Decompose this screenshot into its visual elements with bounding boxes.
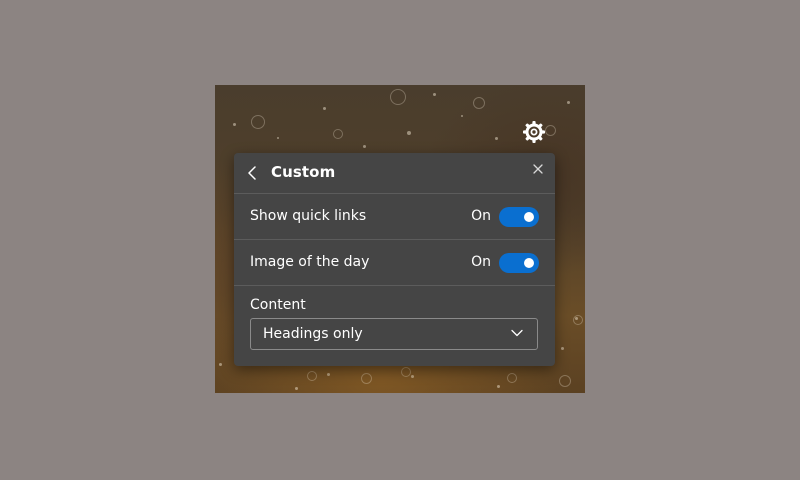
bokeh-dot <box>561 347 564 350</box>
bokeh-dot <box>233 123 236 126</box>
bokeh-ring <box>390 89 406 105</box>
image-of-day-toggle[interactable] <box>499 253 539 273</box>
content-section: Content Headings only <box>234 286 555 366</box>
back-button[interactable] <box>246 165 260 181</box>
close-icon <box>533 164 543 174</box>
bokeh-dot <box>497 385 500 388</box>
bokeh-dot <box>407 131 411 135</box>
bokeh-dot <box>323 107 326 110</box>
gear-icon <box>523 121 545 143</box>
bokeh-ring <box>473 97 485 109</box>
chevron-left-icon <box>248 166 256 180</box>
bokeh-ring <box>573 315 583 325</box>
bokeh-ring <box>251 115 265 129</box>
quick-links-row: Show quick links On <box>234 194 555 240</box>
image-of-day-label: Image of the day <box>250 254 370 270</box>
toggle-knob <box>524 258 534 268</box>
bokeh-ring <box>333 129 343 139</box>
quick-links-state: On <box>471 208 491 224</box>
toggle-knob <box>524 212 534 222</box>
image-of-day-row: Image of the day On <box>234 240 555 286</box>
bokeh-dot <box>327 373 330 376</box>
bokeh-ring <box>307 371 317 381</box>
bokeh-dot <box>363 145 366 148</box>
panel-title: Custom <box>271 163 336 181</box>
bokeh-dot <box>295 387 298 390</box>
bokeh-ring <box>361 373 372 384</box>
bokeh-dot <box>461 115 463 117</box>
settings-gear-button[interactable] <box>522 120 546 144</box>
bokeh-dot <box>567 101 570 104</box>
close-button[interactable] <box>531 161 545 175</box>
bokeh-dot <box>219 363 222 366</box>
bokeh-dot <box>433 93 436 96</box>
bokeh-dot <box>411 375 414 378</box>
new-tab-background: Custom Show quick links On Image of the … <box>215 85 585 393</box>
panel-header: Custom <box>234 153 555 194</box>
customize-panel: Custom Show quick links On Image of the … <box>234 153 555 366</box>
image-of-day-state: On <box>471 254 491 270</box>
content-label: Content <box>250 297 306 313</box>
bokeh-ring <box>545 125 556 136</box>
chevron-down-icon <box>511 329 523 337</box>
bokeh-dot <box>495 137 498 140</box>
quick-links-toggle[interactable] <box>499 207 539 227</box>
bokeh-ring <box>507 373 517 383</box>
content-select[interactable]: Headings only <box>250 318 538 350</box>
bokeh-ring <box>559 375 571 387</box>
content-select-value: Headings only <box>263 326 363 342</box>
bokeh-dot <box>277 137 279 139</box>
bokeh-ring <box>401 367 411 377</box>
quick-links-label: Show quick links <box>250 208 367 224</box>
